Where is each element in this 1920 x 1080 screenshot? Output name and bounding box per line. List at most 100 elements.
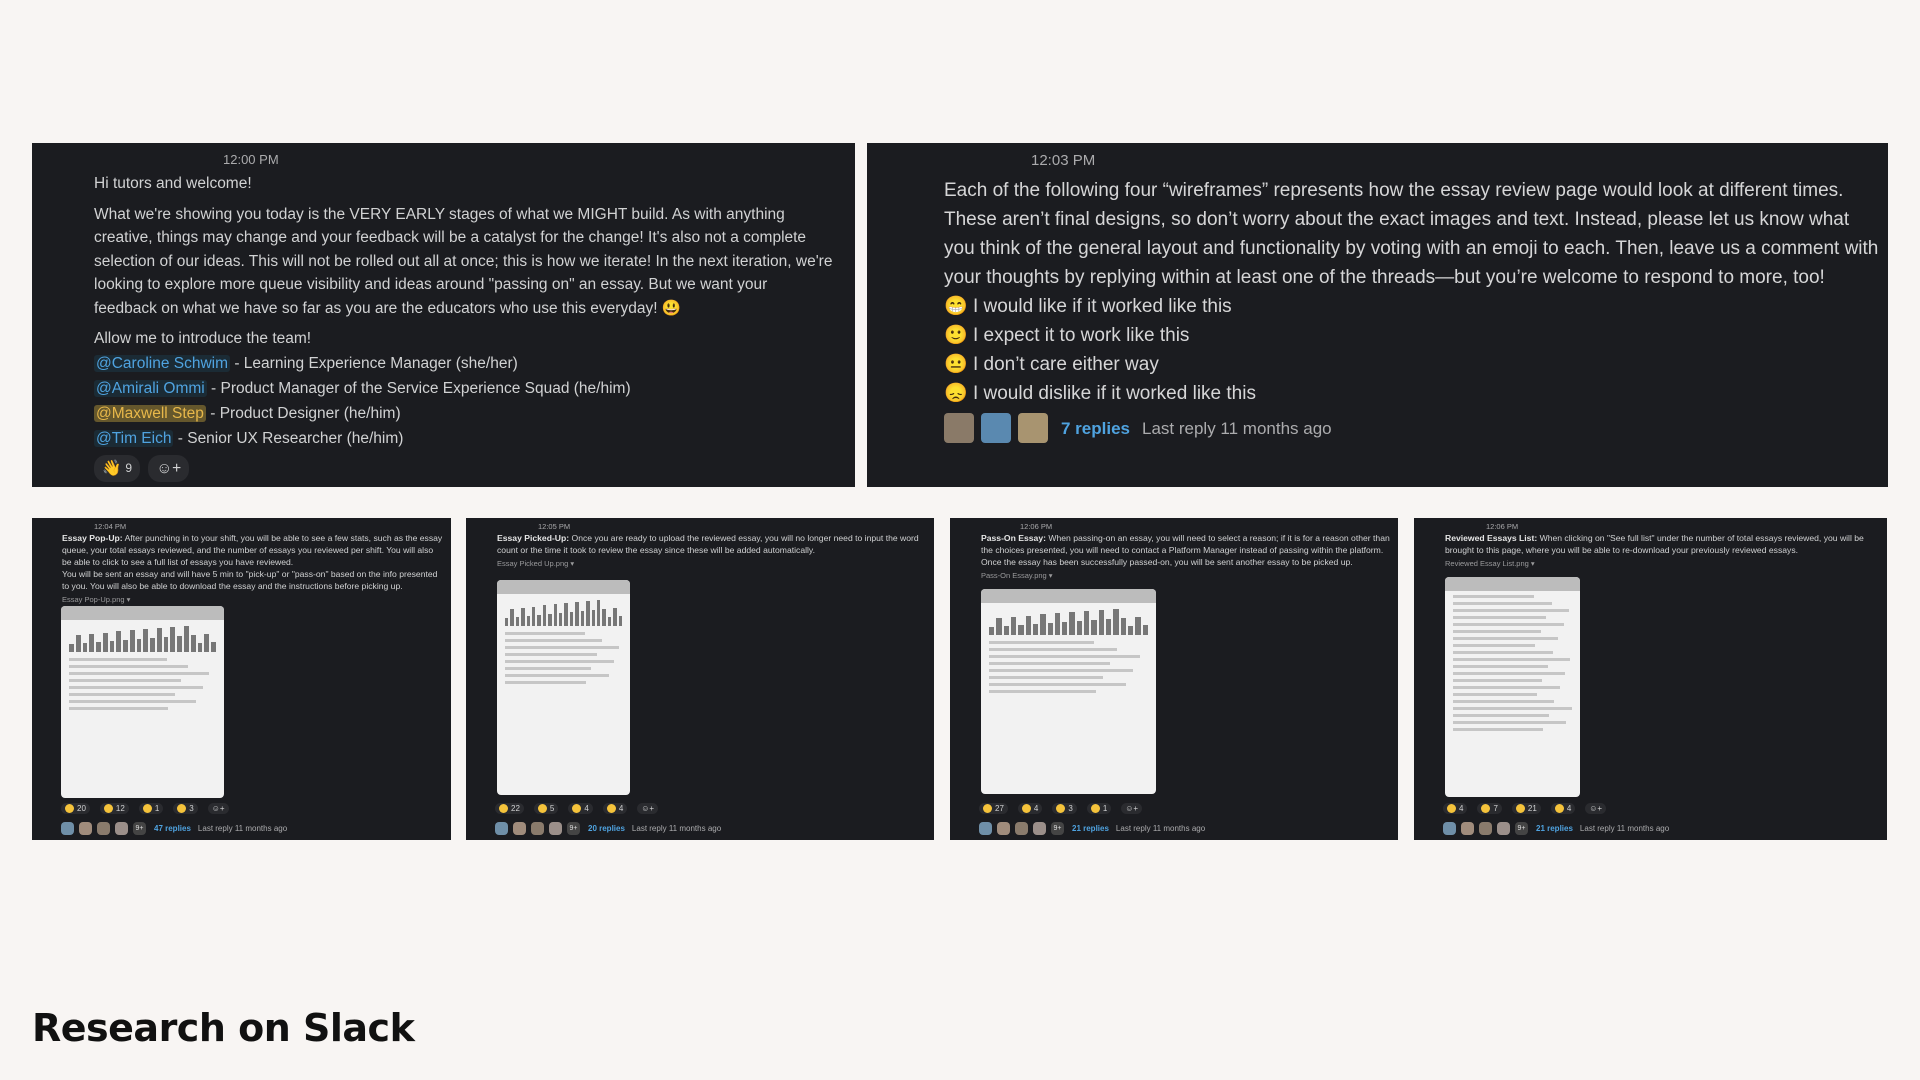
avatar[interactable] bbox=[1018, 413, 1048, 443]
reaction[interactable]: 1 bbox=[138, 803, 164, 814]
reaction[interactable]: 4 bbox=[568, 803, 593, 814]
reaction[interactable]: 4 bbox=[602, 803, 628, 814]
emoji-icon bbox=[103, 804, 113, 813]
more-avatars[interactable]: 9+ bbox=[133, 822, 146, 835]
avatar[interactable] bbox=[97, 822, 110, 835]
add-reaction-button[interactable]: ☺+ bbox=[637, 803, 659, 814]
file-name[interactable]: Reviewed Essay List.png ▾ bbox=[1445, 558, 1879, 570]
user-mention[interactable]: @Caroline Schwim bbox=[94, 355, 231, 372]
file-name[interactable]: Pass-On Essay.png ▾ bbox=[981, 570, 1390, 582]
avatar[interactable] bbox=[513, 822, 526, 835]
reaction[interactable]: 12 bbox=[99, 803, 129, 814]
reaction[interactable]: 22 bbox=[495, 803, 524, 814]
avatar[interactable] bbox=[997, 822, 1010, 835]
reaction[interactable]: 1 bbox=[1086, 803, 1112, 814]
avatar[interactable] bbox=[1461, 822, 1474, 835]
avatar[interactable] bbox=[1497, 822, 1510, 835]
reaction[interactable]: 20 bbox=[61, 803, 90, 814]
team-role: - Product Manager of the Service Experie… bbox=[206, 380, 631, 397]
add-reaction-button[interactable]: ☺+ bbox=[1121, 803, 1143, 814]
add-reaction-button[interactable]: ☺+ bbox=[1585, 803, 1607, 814]
avatar[interactable] bbox=[944, 413, 974, 443]
reaction[interactable]: 3 bbox=[1052, 803, 1077, 814]
avatar[interactable] bbox=[115, 822, 128, 835]
wireframe-image[interactable] bbox=[497, 580, 630, 795]
timestamp[interactable]: 12:03 PM bbox=[1031, 152, 1095, 169]
file-name[interactable]: Essay Picked Up.png ▾ bbox=[497, 558, 926, 570]
emoji-icon bbox=[1056, 804, 1066, 813]
reaction[interactable]: 5 bbox=[533, 803, 559, 814]
reaction[interactable]: 21 bbox=[1511, 803, 1541, 814]
user-mention[interactable]: @Maxwell Step bbox=[94, 405, 206, 422]
timestamp[interactable]: 12:06 PM bbox=[1486, 522, 1518, 531]
avatar[interactable] bbox=[1479, 822, 1492, 835]
vote-option: 😁 I would like if it worked like this bbox=[944, 292, 1879, 321]
option-text: I don’t care either way bbox=[972, 354, 1159, 375]
replies-link[interactable]: 21 replies bbox=[1536, 824, 1573, 833]
avatar[interactable] bbox=[531, 822, 544, 835]
emoji-icon bbox=[983, 804, 992, 813]
reaction-count: 4 bbox=[1459, 804, 1464, 813]
replies-link[interactable]: 20 replies bbox=[588, 824, 625, 833]
reaction-wave[interactable]: 👋 9 bbox=[94, 454, 140, 482]
team-member: @Maxwell Step - Product Designer (he/him… bbox=[94, 402, 834, 426]
emoji-icon bbox=[606, 804, 616, 813]
timestamp[interactable]: 12:05 PM bbox=[538, 522, 570, 531]
vote-option: 😞 I would dislike if it worked like this bbox=[944, 379, 1879, 408]
emoji-icon bbox=[1554, 804, 1564, 813]
wireframe-image[interactable] bbox=[1445, 577, 1580, 797]
emoji-icon: 🙂 bbox=[944, 325, 968, 346]
emoji-icon bbox=[499, 804, 508, 813]
add-reaction-button[interactable]: ☺+ bbox=[148, 454, 190, 482]
avatar[interactable] bbox=[549, 822, 562, 835]
more-avatars[interactable]: 9+ bbox=[1515, 822, 1528, 835]
reaction-count: 20 bbox=[77, 804, 86, 813]
last-reply: Last reply 11 months ago bbox=[1142, 418, 1332, 438]
page-title: Research on Slack bbox=[32, 1006, 415, 1050]
avatar[interactable] bbox=[61, 822, 74, 835]
avatar[interactable] bbox=[495, 822, 508, 835]
team-role: - Product Designer (he/him) bbox=[205, 405, 401, 422]
team-member: @Caroline Schwim - Learning Experience M… bbox=[94, 352, 834, 376]
avatar[interactable] bbox=[79, 822, 92, 835]
reaction[interactable]: 4 bbox=[1550, 803, 1576, 814]
reaction-count: 7 bbox=[1493, 804, 1498, 813]
replies-link[interactable]: 21 replies bbox=[1072, 824, 1109, 833]
avatar[interactable] bbox=[1033, 822, 1046, 835]
avatar[interactable] bbox=[1015, 822, 1028, 835]
more-avatars[interactable]: 9+ bbox=[567, 822, 580, 835]
add-reaction-icon: ☺+ bbox=[211, 804, 225, 813]
replies-link[interactable]: 47 replies bbox=[154, 824, 191, 833]
thread-title: Essay Pop-Up: bbox=[62, 533, 123, 543]
file-name[interactable]: Essay Pop-Up.png ▾ bbox=[62, 594, 443, 606]
user-mention[interactable]: @Amirali Ommi bbox=[94, 380, 207, 397]
wireframe-image[interactable] bbox=[61, 606, 224, 798]
vote-option: 🙂 I expect it to work like this bbox=[944, 321, 1879, 350]
avatar[interactable] bbox=[979, 822, 992, 835]
thread-message: 12:06 PM Reviewed Essays List: When clic… bbox=[1414, 518, 1887, 840]
reaction-count: 22 bbox=[511, 804, 520, 813]
avatar[interactable] bbox=[981, 413, 1011, 443]
reaction[interactable]: 3 bbox=[173, 803, 198, 814]
wireframe-image[interactable] bbox=[981, 589, 1156, 794]
reaction[interactable]: 27 bbox=[979, 803, 1008, 814]
timestamp[interactable]: 12:00 PM bbox=[223, 152, 279, 167]
message-body: What we're showing you today is the VERY… bbox=[94, 205, 833, 317]
reaction[interactable]: 4 bbox=[1443, 803, 1468, 814]
emoji-icon bbox=[1481, 804, 1491, 813]
timestamp[interactable]: 12:06 PM bbox=[1020, 522, 1052, 531]
add-reaction-button[interactable]: ☺+ bbox=[207, 803, 229, 814]
reaction[interactable]: 4 bbox=[1017, 803, 1043, 814]
add-reaction-icon: ☺+ bbox=[641, 804, 655, 813]
add-reaction-icon: ☺+ bbox=[1125, 804, 1139, 813]
avatar[interactable] bbox=[1443, 822, 1456, 835]
emoji-icon bbox=[537, 804, 547, 813]
reaction[interactable]: 7 bbox=[1477, 803, 1502, 814]
timestamp[interactable]: 12:04 PM bbox=[94, 522, 126, 531]
reaction-count: 4 bbox=[1566, 804, 1572, 813]
option-text: I would dislike if it worked like this bbox=[972, 383, 1256, 404]
replies-link[interactable]: 7 replies bbox=[1061, 414, 1130, 443]
more-avatars[interactable]: 9+ bbox=[1051, 822, 1064, 835]
reaction-count: 1 bbox=[154, 804, 160, 813]
user-mention[interactable]: @Tim Eich bbox=[94, 430, 174, 447]
